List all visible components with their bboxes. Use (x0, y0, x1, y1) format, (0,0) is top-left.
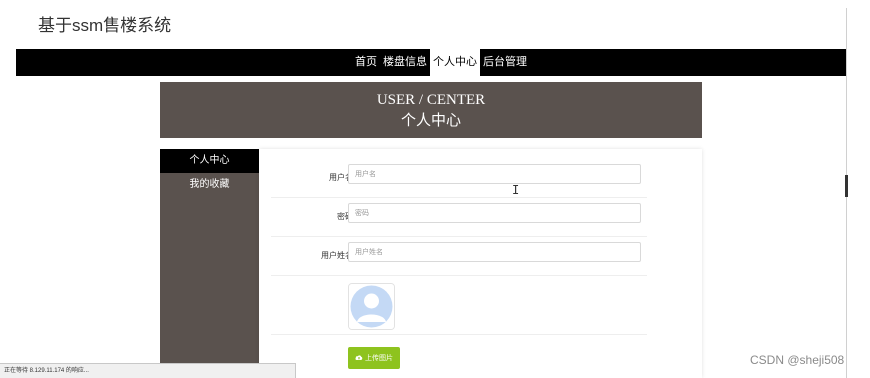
avatar-divider (271, 334, 647, 335)
browser-status-bar: 正在等待 8.129.11.174 的响应... (0, 363, 296, 378)
sidebar-item-favorites[interactable]: 我的收藏 (160, 173, 259, 197)
page-scrollbar-thumb[interactable] (845, 175, 848, 197)
sidebar-item-personal-center[interactable]: 个人中心 (160, 149, 259, 173)
text-cursor-icon: I (512, 183, 520, 197)
profile-form: 用户名 用户名 密码 密码 用户姓名 用户姓名 上传图片 (259, 149, 702, 378)
form-row-username: 用户名 用户名 (271, 158, 647, 198)
password-input[interactable]: 密码 (348, 203, 641, 223)
csdn-watermark: CSDN @sheji508 (750, 353, 845, 367)
nav-item-home[interactable]: 首页 (352, 49, 380, 76)
top-navbar: 首页 楼盘信息 个人中心 后台管理 (16, 49, 846, 76)
form-row-password: 密码 密码 (271, 197, 647, 237)
upload-image-button[interactable]: 上传图片 (348, 347, 400, 369)
nav-item-admin[interactable]: 后台管理 (480, 49, 530, 76)
nav-items: 首页 楼盘信息 个人中心 后台管理 (352, 49, 530, 76)
username-input[interactable]: 用户名 (348, 164, 641, 184)
cloud-upload-icon (355, 354, 363, 363)
user-sidebar: 个人中心 我的收藏 (160, 149, 259, 378)
nav-item-personal-center[interactable]: 个人中心 (430, 49, 480, 76)
nav-item-property-info[interactable]: 楼盘信息 (380, 49, 430, 76)
banner-title-zh: 个人中心 (400, 113, 461, 129)
user-avatar-icon[interactable] (348, 283, 395, 330)
site-title: 基于ssm售楼系统 (38, 16, 172, 35)
upload-image-label: 上传图片 (365, 355, 393, 362)
banner-title-en: USER / CENTER (376, 92, 486, 108)
form-row-fullname: 用户姓名 用户姓名 (271, 236, 647, 276)
page-banner: USER / CENTER 个人中心 (160, 82, 702, 138)
fullname-input[interactable]: 用户姓名 (348, 242, 641, 262)
